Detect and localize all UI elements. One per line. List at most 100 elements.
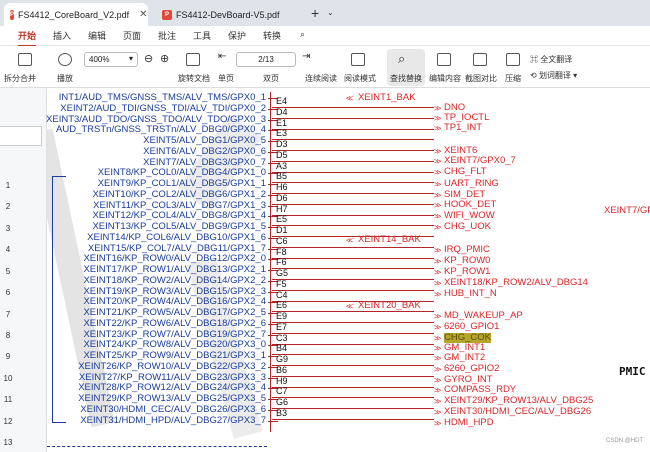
line-number: 12	[3, 417, 13, 426]
pin-number: D6	[276, 192, 288, 203]
pin-function-label: INT1/AUD_TMS/GNSS_TMS/ALV_TMS/GPX0_1	[58, 92, 266, 103]
pin-function-label: XEINT29/KP_ROW13/ALV_DBG25/GPX3_5	[78, 393, 266, 404]
net-label: CHG_FLT	[444, 166, 487, 177]
close-icon[interactable]: ✕	[139, 9, 147, 20]
tab-devboard[interactable]: P FS4412-DevBoard-V5.pdf	[156, 3, 298, 26]
chevron-down-icon[interactable]: ⌄	[327, 8, 334, 17]
menu-protect[interactable]: 保护	[228, 29, 246, 42]
rotate-button[interactable]: 旋转文档	[178, 73, 210, 84]
pin-function-label: XEINT2/AUD_TDI/GNSS_TDI/ALV_TDI/GPX0_2	[60, 102, 266, 114]
split-merge-button[interactable]: 拆分合并	[4, 73, 36, 84]
compress-button[interactable]: 压缩	[505, 73, 521, 84]
arrow-icon: <<	[346, 302, 353, 311]
pin-function-label: XEINT6/ALV_DBG2/GPX0_6	[143, 145, 266, 157]
pdf-icon: P	[10, 9, 15, 20]
arrow-icon: >>	[434, 114, 441, 123]
zoom-select[interactable]: 400%	[84, 52, 138, 67]
line-number: 5	[5, 267, 11, 276]
net-wire	[272, 107, 434, 108]
double-page-button[interactable]: 双页	[263, 73, 279, 84]
net-wire	[272, 128, 434, 130]
net-label: IRQ_PMIC	[444, 244, 490, 255]
zoom-in-icon[interactable]: ⊕	[160, 52, 169, 65]
menu-page[interactable]: 页面	[123, 29, 141, 42]
continuous-read-button[interactable]: 连续阅读	[305, 73, 337, 84]
read-mode-icon[interactable]	[351, 53, 365, 66]
pin-function-label: XEINT25/KP_ROW9/ALV_DBG21/GPX3_1	[83, 350, 266, 361]
pin-function-label: XEINT16/KP_ROW0/ALV_DBG12/GPX2_0	[83, 253, 266, 265]
document-view[interactable]: 1 2 3 4 5 6 7 8 9 10 11 12 13 INT1/AUD_TMS/GNSS_TMS/…	[0, 88, 650, 452]
net-label: HOOK_DET	[444, 199, 497, 210]
net-label: CHG_UOK	[444, 221, 491, 232]
arrow-icon: >>	[434, 376, 441, 385]
arrow-icon: >>	[434, 354, 441, 363]
menu-convert[interactable]: 转换	[263, 29, 281, 42]
line-number: 2	[5, 202, 11, 211]
first-page-icon[interactable]: ⇤	[218, 51, 226, 62]
arrow-icon: >>	[434, 246, 441, 255]
pin-number: H7	[276, 203, 288, 214]
zoom-out-icon[interactable]: ⊖	[144, 52, 153, 65]
line-number: 1	[5, 181, 11, 190]
search-icon[interactable]: ⌕	[398, 51, 405, 67]
play-button[interactable]: 播放	[57, 73, 73, 84]
pin-function-label: XEINT21/KP_ROW5/ALV_DBG17/GPX2_5	[83, 307, 266, 318]
compress-icon[interactable]	[506, 53, 520, 66]
edit-content-icon[interactable]	[437, 53, 451, 66]
line-number: 9	[5, 352, 11, 361]
split-merge-icon[interactable]	[18, 53, 32, 66]
last-page-icon[interactable]: ⇥	[302, 51, 310, 62]
pin-function-label: XEINT7/ALV_DBG3/GPX0_7	[143, 156, 266, 168]
tab-coreboard[interactable]: P FS4412_CoreBoard_V2.pdf ✕	[4, 3, 148, 26]
compare-icon[interactable]	[473, 53, 487, 66]
net-label: XEINT30/HDMI_CEC/ALV_DBG26	[444, 406, 592, 417]
arrow-icon: >>	[434, 397, 441, 406]
pin-number: B3	[276, 407, 288, 418]
word-translate-button[interactable]: ⟲ 划词翻译 ▾	[530, 70, 577, 81]
arrow-icon: >>	[434, 344, 441, 353]
edit-content-button[interactable]: 编辑内容	[429, 73, 461, 84]
pin-function-label: XEINT12/KP_COL4/ALV_DBG8/GPX1_4	[92, 210, 266, 222]
net-label: COMPASS_RDY	[444, 384, 517, 395]
read-mode-button[interactable]: 阅读模式	[344, 73, 376, 84]
pin-number: B5	[276, 171, 288, 182]
pin-function-label: XEINT31/HDMI_HPD/ALV_DBG27/GPX3_7	[80, 414, 266, 426]
menu-annotate[interactable]: 批注	[158, 29, 176, 42]
rotate-icon[interactable]	[186, 53, 200, 66]
pin-number: C4	[276, 289, 288, 300]
net-wire	[272, 257, 434, 259]
net-wire	[272, 117, 434, 119]
net-label-offpage: XEINT7/GP	[604, 205, 650, 216]
arrow-icon: >>	[434, 157, 441, 166]
net-wire	[272, 386, 434, 388]
pin-number: D4	[276, 106, 288, 117]
pin-function-label: XEINT20/KP_ROW4/ALV_DBG16/GPX2_4	[83, 296, 266, 308]
compare-button[interactable]: 截图对比	[465, 73, 497, 84]
menu-edit[interactable]: 编辑	[88, 29, 106, 42]
net-label: WIFI_WOW	[444, 210, 495, 221]
side-panel-input[interactable]	[0, 126, 42, 146]
pin-function-label: XEINT3/AUD_TDO/GNSS_TDO/ALV_TDO/GPX0_3	[46, 113, 266, 125]
translate-icon: ⌘	[530, 55, 538, 64]
net-wire	[272, 279, 434, 280]
pin-function-label: XEINT18/KP_ROW2/ALV_DBG14/GPX2_2	[83, 274, 266, 286]
net-wire	[272, 268, 434, 270]
pin-number: G5	[276, 268, 289, 278]
search-icon[interactable]: ⌕	[300, 29, 305, 40]
menu-start[interactable]: 开始	[18, 29, 37, 47]
page-input[interactable]: 2/13	[236, 52, 296, 67]
menu-tools[interactable]: 工具	[193, 29, 211, 42]
net-wire	[272, 246, 434, 248]
watermark-text: CSDN @HDT	[606, 438, 644, 444]
pin-number: D5	[276, 149, 288, 160]
full-translate-button[interactable]: ⌘ 全文翻译	[530, 54, 572, 65]
play-icon[interactable]	[58, 53, 72, 66]
menu-insert[interactable]: 插入	[53, 29, 71, 42]
net-wire	[272, 214, 434, 216]
pin-number: F8	[276, 246, 287, 257]
pin-function-label: XEINT22/KP_ROW6/ALV_DBG18/GPX2_6	[83, 317, 266, 329]
find-replace-button[interactable]: 查找替换	[390, 73, 422, 84]
new-tab-icon[interactable]: +	[311, 5, 319, 21]
single-page-button[interactable]: 单页	[218, 73, 234, 84]
net-wire	[272, 408, 434, 409]
